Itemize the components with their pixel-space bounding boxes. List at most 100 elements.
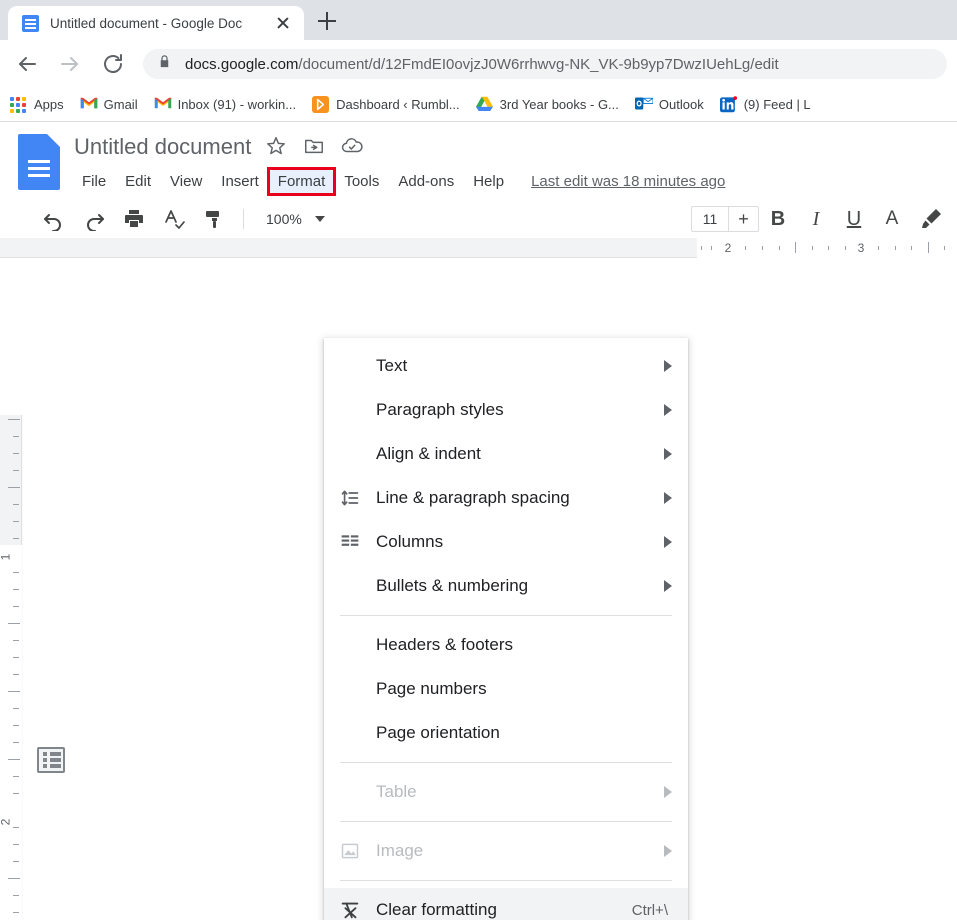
image-icon xyxy=(324,841,376,861)
line-spacing-icon xyxy=(324,488,376,508)
zoom-select[interactable]: 100% xyxy=(259,208,325,230)
menu-item-image: Image xyxy=(324,829,688,873)
redo-icon[interactable] xyxy=(79,204,109,234)
menu-help[interactable]: Help xyxy=(465,170,512,193)
submenu-arrow-icon xyxy=(664,786,672,798)
ruler-v-number: 1 xyxy=(0,554,12,561)
bookmarks-bar: Apps Gmail Inbox (91) - workin... Dashbo… xyxy=(0,88,957,122)
move-to-folder-icon[interactable] xyxy=(303,135,327,159)
menu-item-text[interactable]: Text xyxy=(324,344,688,388)
browser-tab[interactable]: Untitled document - Google Doc xyxy=(8,6,304,40)
url-text: docs.google.com/document/d/12FmdEI0ovjzJ… xyxy=(185,56,779,73)
menu-item-headers-footers[interactable]: Headers & footers xyxy=(324,623,688,667)
menu-item-label: Headers & footers xyxy=(376,635,672,655)
underline-button[interactable]: U xyxy=(839,208,869,231)
document-outline-icon[interactable] xyxy=(37,747,65,773)
menu-file[interactable]: File xyxy=(74,170,114,193)
menu-item-page-numbers[interactable]: Page numbers xyxy=(324,667,688,711)
gmail-icon xyxy=(80,96,97,113)
linkedin-icon xyxy=(720,96,737,113)
address-bar[interactable]: docs.google.com/document/d/12FmdEI0ovjzJ… xyxy=(143,49,947,79)
highlight-pen-icon[interactable] xyxy=(916,204,946,234)
format-dropdown-menu: Text Paragraph styles Align & indent Lin… xyxy=(324,338,688,920)
bookmark-linkedin-feed[interactable]: (9) Feed | L xyxy=(720,96,811,113)
back-arrow-icon[interactable] xyxy=(10,47,44,81)
menu-item-bullets-numbering[interactable]: Bullets & numbering xyxy=(324,564,688,608)
menu-item-label: Page numbers xyxy=(376,679,672,699)
submenu-arrow-icon xyxy=(664,360,672,372)
lock-icon xyxy=(157,54,172,74)
menu-tools[interactable]: Tools xyxy=(336,170,387,193)
star-icon[interactable] xyxy=(265,135,289,159)
menu-insert[interactable]: Insert xyxy=(213,170,267,193)
menu-item-page-orientation[interactable]: Page orientation xyxy=(324,711,688,755)
menu-item-align-indent[interactable]: Align & indent xyxy=(324,432,688,476)
vertical-ruler[interactable]: 1 2 3 xyxy=(0,415,22,920)
menu-separator xyxy=(340,615,672,616)
menu-format[interactable]: Format xyxy=(270,170,334,193)
last-edit-status[interactable]: Last edit was 18 minutes ago xyxy=(531,173,725,190)
url-host: docs.google.com xyxy=(185,56,298,73)
menu-item-label: Image xyxy=(376,841,656,861)
italic-button[interactable]: I xyxy=(801,208,831,231)
columns-icon xyxy=(324,532,376,552)
submenu-arrow-icon xyxy=(664,845,672,857)
bookmark-label: Dashboard ‹ Rumbl... xyxy=(336,97,460,112)
docs-header: Untitled document File Edit View Inse xyxy=(0,122,957,200)
tab-strip: Untitled document - Google Doc xyxy=(0,0,957,40)
undo-icon[interactable] xyxy=(39,204,69,234)
menu-item-columns[interactable]: Columns xyxy=(324,520,688,564)
print-icon[interactable] xyxy=(119,204,149,234)
close-icon[interactable] xyxy=(272,12,294,34)
font-size-control[interactable]: 11 + xyxy=(691,206,759,232)
menu-item-label: Clear formatting xyxy=(376,900,632,920)
menu-item-paragraph-styles[interactable]: Paragraph styles xyxy=(324,388,688,432)
cloud-saved-icon[interactable] xyxy=(341,135,365,159)
bookmark-gmail[interactable]: Gmail xyxy=(80,96,138,113)
submenu-arrow-icon xyxy=(664,448,672,460)
menu-item-label: Align & indent xyxy=(376,444,656,464)
reload-arrow-icon[interactable] xyxy=(96,47,130,81)
google-docs-app: Untitled document File Edit View Inse xyxy=(0,122,957,920)
new-tab-button[interactable] xyxy=(310,4,344,38)
bookmark-label: Apps xyxy=(34,97,64,112)
font-size-value[interactable]: 11 xyxy=(692,211,728,227)
menu-separator xyxy=(340,880,672,881)
paint-format-icon[interactable] xyxy=(199,204,229,234)
ruler-h-number: 2 xyxy=(725,241,732,255)
spellcheck-icon[interactable] xyxy=(159,204,189,234)
menu-edit[interactable]: Edit xyxy=(117,170,159,193)
bookmark-label: Inbox (91) - workin... xyxy=(178,97,297,112)
menu-item-label: Paragraph styles xyxy=(376,400,656,420)
bookmark-outlook[interactable]: Outlook xyxy=(635,96,704,113)
menu-separator xyxy=(340,821,672,822)
google-drive-icon xyxy=(476,96,493,113)
browser-window: Untitled document - Google Doc docs.goog… xyxy=(0,0,957,920)
apps-grid-icon xyxy=(10,96,27,113)
url-path: /document/d/12FmdEI0ovjzJ0W6rrhwvg-NK_VK… xyxy=(298,56,778,73)
clear-formatting-icon xyxy=(324,899,376,920)
menu-item-clear-formatting[interactable]: Clear formatting Ctrl+\ xyxy=(324,888,688,920)
menu-format-label: Format xyxy=(278,173,326,190)
forward-arrow-icon[interactable] xyxy=(53,47,87,81)
bookmark-apps[interactable]: Apps xyxy=(10,96,64,113)
submenu-arrow-icon xyxy=(664,580,672,592)
text-color-button[interactable]: A xyxy=(877,209,907,229)
menu-addons[interactable]: Add-ons xyxy=(390,170,462,193)
google-docs-logo-icon[interactable] xyxy=(18,134,60,190)
bookmark-dashboard[interactable]: Dashboard ‹ Rumbl... xyxy=(312,96,460,113)
menu-item-shortcut: Ctrl+\ xyxy=(632,902,668,919)
bookmark-3rd-year-books[interactable]: 3rd Year books - G... xyxy=(476,96,619,113)
bookmark-inbox[interactable]: Inbox (91) - workin... xyxy=(154,96,297,113)
menu-item-line-paragraph-spacing[interactable]: Line & paragraph spacing xyxy=(324,476,688,520)
document-title[interactable]: Untitled document xyxy=(74,134,251,160)
bold-button[interactable]: B xyxy=(763,208,793,231)
horizontal-ruler[interactable]: 2 3 xyxy=(0,238,957,258)
ruler-v-number: 2 xyxy=(0,819,12,826)
outlook-icon xyxy=(635,96,652,113)
menu-item-label: Bullets & numbering xyxy=(376,576,656,596)
menu-view[interactable]: View xyxy=(162,170,210,193)
menu-item-table: Table xyxy=(324,770,688,814)
gmail-icon xyxy=(154,96,171,113)
font-size-increase-button[interactable]: + xyxy=(728,207,758,231)
